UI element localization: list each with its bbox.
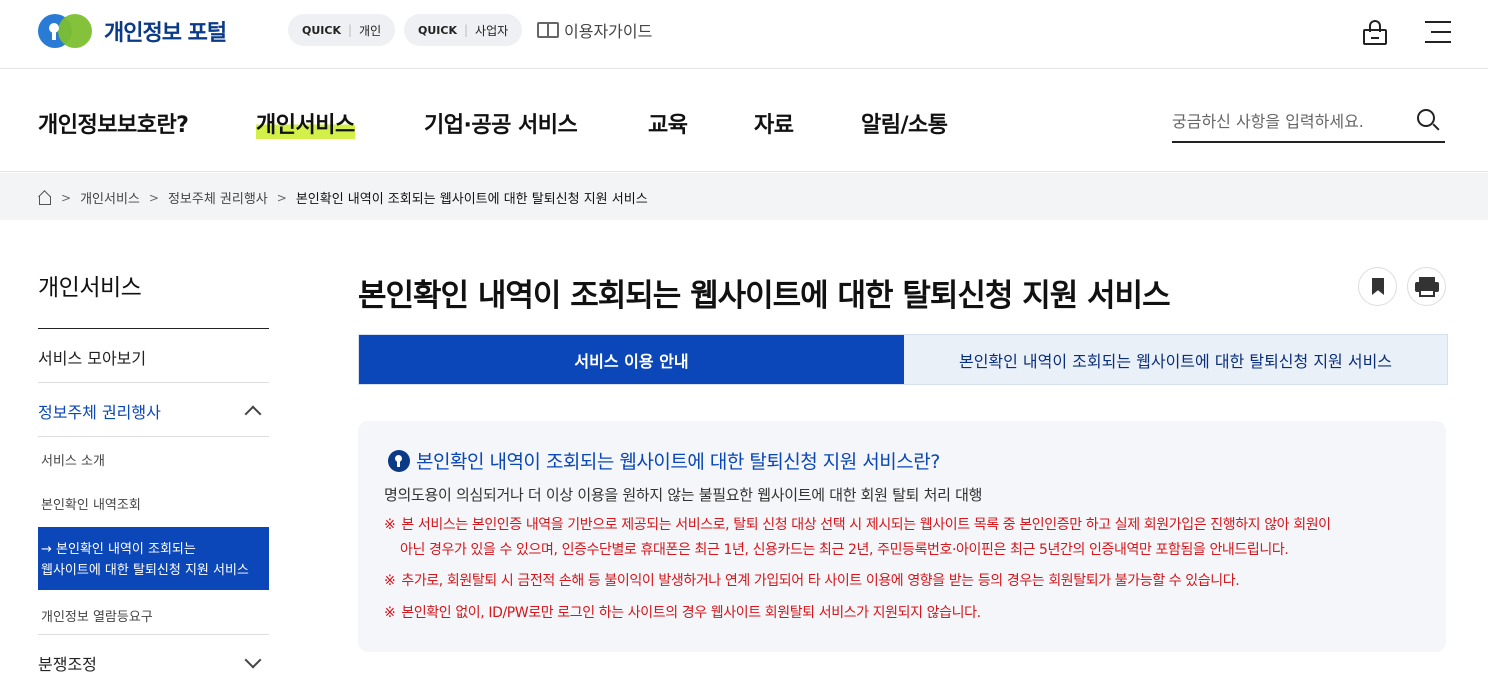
lnb-item-label: 서비스 모아보기 bbox=[38, 349, 147, 368]
user-guide-link[interactable]: 이용자가이드 bbox=[537, 18, 652, 42]
guide-book-icon bbox=[537, 22, 559, 38]
lnb-sub-intro[interactable]: 서비스 소개 bbox=[41, 450, 105, 469]
note-mark: ※ bbox=[384, 517, 396, 533]
search-input[interactable] bbox=[1172, 103, 1402, 139]
lnb-active-line: 웹사이트에 대한 탈퇴신청 지원 서비스 bbox=[41, 563, 249, 578]
breadcrumb-item[interactable]: 정보주체 권리행사 bbox=[168, 188, 268, 207]
note-text: 본 서비스는 본인인증 내역을 기반으로 제공되는 서비스로, 탈퇴 신청 대상… bbox=[401, 517, 1331, 533]
info-note-3: ※ 본인확인 없이, ID/PW로만 로그인 하는 사이트의 경우 웹사이트 회원… bbox=[384, 601, 981, 626]
lnb-sub-history[interactable]: 본인확인 내역조회 bbox=[41, 494, 141, 513]
top-bar: 개인정보 포털 QUICK | 개인 QUICK | 사업자 이용자가이드 bbox=[0, 0, 1488, 69]
lock-icon[interactable] bbox=[1363, 20, 1389, 46]
tab-service-guide[interactable]: 서비스 이용 안내 bbox=[359, 335, 904, 384]
home-icon[interactable] bbox=[38, 191, 52, 205]
logo-icon bbox=[38, 14, 92, 48]
quick-tag: QUICK bbox=[302, 23, 341, 37]
lnb-item-rights[interactable]: 정보주체 권리행사 bbox=[38, 383, 269, 437]
quick-personal-button[interactable]: QUICK | 개인 bbox=[288, 14, 396, 46]
site-logo[interactable]: 개인정보 포털 bbox=[38, 14, 227, 48]
gnb-item-about[interactable]: 개인정보보호란? bbox=[38, 107, 189, 139]
quick-tag: QUICK bbox=[418, 23, 457, 37]
info-title: 본인확인 내역이 조회되는 웹사이트에 대한 탈퇴신청 지원 서비스란? bbox=[388, 447, 940, 474]
hamburger-menu-icon[interactable] bbox=[1425, 21, 1451, 43]
quick-label: 사업자 bbox=[475, 23, 509, 38]
quick-business-button[interactable]: QUICK | 사업자 bbox=[404, 14, 523, 46]
note-mark: ※ bbox=[384, 573, 396, 589]
print-button[interactable] bbox=[1407, 267, 1446, 306]
info-description: 명의도용이 의심되거나 더 이상 이용을 원하지 않는 불필요한 웹사이트에 대… bbox=[384, 486, 983, 504]
bookmark-icon bbox=[1372, 278, 1384, 295]
info-note-2: ※ 추가로, 회원탈퇴 시 금전적 손해 등 불이익이 발생하거나 연계 가입되어… bbox=[384, 569, 1240, 594]
lnb-active-line: → 본인확인 내역이 조회되는 bbox=[41, 542, 196, 557]
chevron-right-icon: > bbox=[61, 190, 72, 205]
content-tabs: 서비스 이용 안내 본인확인 내역이 조회되는 웹사이트에 대한 탈퇴신청 지원… bbox=[358, 334, 1448, 385]
chevron-right-icon: > bbox=[148, 190, 159, 205]
quick-label: 개인 bbox=[359, 23, 382, 38]
keyhole-icon bbox=[388, 449, 410, 472]
search-icon[interactable] bbox=[1417, 109, 1440, 131]
breadcrumb-item[interactable]: 개인서비스 bbox=[80, 188, 140, 207]
gnb-item-resources[interactable]: 자료 bbox=[754, 107, 794, 139]
note-text: 아닌 경우가 있을 수 있으며, 인증수단별로 휴대폰은 최근 1년, 신용카드… bbox=[400, 542, 1289, 558]
separator: | bbox=[347, 23, 353, 37]
lnb-sub-withdrawal-active[interactable]: → 본인확인 내역이 조회되는 웹사이트에 대한 탈퇴신청 지원 서비스 bbox=[38, 527, 269, 590]
chevron-up-icon bbox=[244, 405, 262, 423]
gnb-item-notice[interactable]: 알림/소통 bbox=[861, 107, 948, 139]
note-mark: ※ bbox=[384, 605, 396, 621]
lnb-item-service-all[interactable]: 서비스 모아보기 bbox=[38, 329, 269, 383]
separator: | bbox=[463, 23, 469, 37]
breadcrumb-bar: > 개인서비스 > 정보주체 권리행사 > 본인확인 내역이 조회되는 웹사이트… bbox=[0, 173, 1488, 220]
gnb-item-corporate-service[interactable]: 기업·공공 서비스 bbox=[424, 107, 578, 139]
info-title-text: 본인확인 내역이 조회되는 웹사이트에 대한 탈퇴신청 지원 서비스란? bbox=[416, 451, 940, 473]
note-text: 본인확인 없이, ID/PW로만 로그인 하는 사이트의 경우 웹사이트 회원탈… bbox=[401, 605, 981, 621]
bookmark-button[interactable] bbox=[1358, 267, 1397, 306]
lnb-sub-view-request[interactable]: 개인정보 열람등요구 bbox=[41, 606, 153, 625]
gnb-item-education[interactable]: 교육 bbox=[648, 107, 688, 139]
chevron-down-icon bbox=[244, 651, 262, 669]
search-bar bbox=[1172, 103, 1445, 143]
page-title: 본인확인 내역이 조회되는 웹사이트에 대한 탈퇴신청 지원 서비스 bbox=[358, 278, 1171, 314]
tab-withdrawal-service[interactable]: 본인확인 내역이 조회되는 웹사이트에 대한 탈퇴신청 지원 서비스 bbox=[904, 335, 1447, 384]
gnb-item-personal-service[interactable]: 개인서비스 bbox=[256, 107, 355, 139]
lnb-item-label: 정보주체 권리행사 bbox=[38, 403, 161, 422]
main-navigation: 개인정보보호란? 개인서비스 기업·공공 서비스 교육 자료 알림/소통 bbox=[0, 69, 1488, 172]
breadcrumb-current: 본인확인 내역이 조회되는 웹사이트에 대한 탈퇴신청 지원 서비스 bbox=[295, 192, 648, 207]
lnb-title: 개인서비스 bbox=[38, 275, 142, 301]
info-box: 본인확인 내역이 조회되는 웹사이트에 대한 탈퇴신청 지원 서비스란? 명의도… bbox=[358, 421, 1446, 652]
lnb-item-dispute[interactable]: 분쟁조정 bbox=[38, 634, 269, 674]
guide-label: 이용자가이드 bbox=[564, 22, 653, 41]
note-text: 추가로, 회원탈퇴 시 금전적 손해 등 불이익이 발생하거나 연계 가입되어 … bbox=[401, 573, 1240, 589]
info-note-1: ※ 본 서비스는 본인인증 내역을 기반으로 제공되는 서비스로, 탈퇴 신청 대… bbox=[384, 513, 1331, 563]
chevron-right-icon: > bbox=[276, 190, 287, 205]
logo-text: 개인정보 포털 bbox=[104, 21, 227, 46]
lnb-item-label: 분쟁조정 bbox=[38, 655, 97, 674]
breadcrumb: > 개인서비스 > 정보주체 권리행사 > 본인확인 내역이 조회되는 웹사이트… bbox=[38, 188, 648, 207]
